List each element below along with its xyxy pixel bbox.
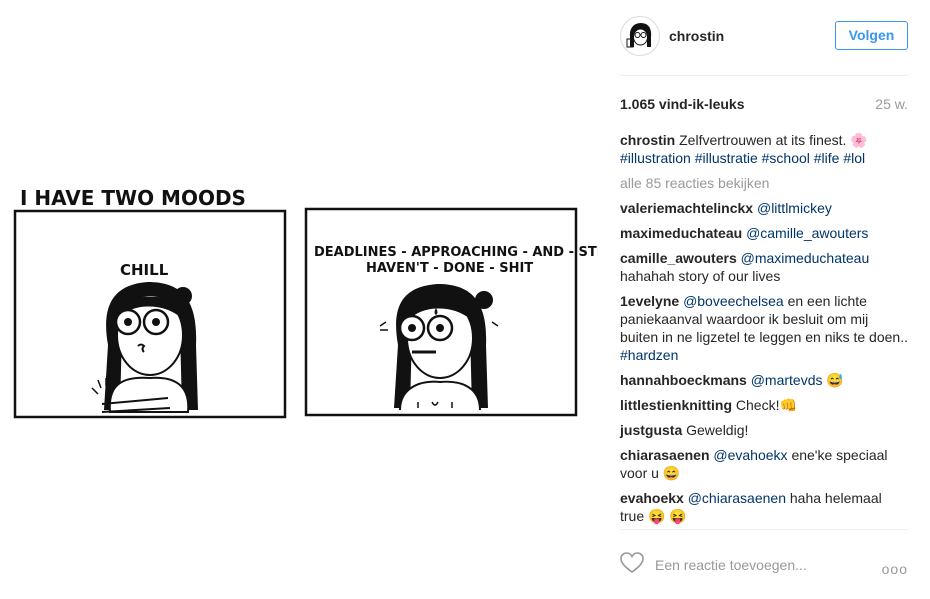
more-options-icon[interactable]: ooo xyxy=(882,561,908,577)
comment-item: evahoekx @chiarasaenen haha helemaal tru… xyxy=(620,489,908,525)
comment-mention[interactable]: @evahoekx xyxy=(713,447,787,463)
comment-username[interactable]: 1evelyne xyxy=(620,293,679,309)
comment-mention[interactable]: @boveechelsea xyxy=(683,293,784,309)
comment-mention[interactable]: @littlmickey xyxy=(757,200,832,216)
post-image[interactable]: I HAVE TWO MOODS CHILL DEADLINES - APPRO… xyxy=(0,0,598,598)
comment-item: hannahboeckmans @martevds 😅 xyxy=(620,371,908,389)
comment-username[interactable]: justgusta xyxy=(620,422,682,438)
view-all-comments-link[interactable]: alle 85 reacties bekijken xyxy=(620,174,908,192)
add-comment-input[interactable]: Een reactie toevoegen... xyxy=(655,557,807,573)
comment-username[interactable]: hannahboeckmans xyxy=(620,372,747,388)
comment-item: justgusta Geweldig! xyxy=(620,421,908,439)
likes-row: 1.065 vind-ik-leuks 25 w. xyxy=(620,96,908,116)
avatar-illustration-icon xyxy=(622,18,658,54)
actions-bar: Een reactie toevoegen... ooo xyxy=(620,529,908,599)
comment-item: valeriemachtelinckx @littlmickey xyxy=(620,199,908,217)
follow-button[interactable]: Volgen xyxy=(835,21,908,50)
comment-text: 😅 xyxy=(826,372,844,388)
comment-text: Check!👊 xyxy=(735,397,797,413)
panel2-line1: DEADLINES - APPROACHING - AND - STILL xyxy=(314,245,598,260)
likes-count[interactable]: 1.065 vind-ik-leuks xyxy=(620,96,745,112)
comment-username[interactable]: camille_awouters xyxy=(620,250,737,266)
comment-hashtag[interactable]: #hardzen xyxy=(620,347,678,363)
caption-username[interactable]: chrostin xyxy=(620,132,675,148)
comment-username[interactable]: littlestienknitting xyxy=(620,397,732,413)
comment-mention[interactable]: @chiarasaenen xyxy=(688,490,786,506)
girl-stressed-drawing xyxy=(379,284,499,411)
comic-heading: I HAVE TWO MOODS xyxy=(20,186,246,210)
heart-outline-icon[interactable] xyxy=(620,552,644,574)
avatar[interactable] xyxy=(620,16,660,56)
post-header: chrostin Volgen xyxy=(620,0,908,76)
username-link[interactable]: chrostin xyxy=(669,28,724,44)
panel2-line2: HAVEN'T - DONE - SHIT xyxy=(366,261,533,276)
panel1-label: CHILL xyxy=(120,261,169,279)
caption: chrostin Zelfvertrouwen at its finest. 🌸… xyxy=(620,131,908,167)
comment-item: maximeduchateau @camille_awouters xyxy=(620,224,908,242)
caption-text: Zelfvertrouwen at its finest. 🌸 xyxy=(679,132,868,148)
caption-hashtags[interactable]: #illustration #illustratie #school #life… xyxy=(620,150,865,166)
comment-item: 1evelyne @boveechelsea en een lichte pan… xyxy=(620,292,908,364)
post-sidebar: chrostin Volgen 1.065 vind-ik-leuks 25 w… xyxy=(598,0,930,598)
comment-item: littlestienknitting Check!👊 xyxy=(620,396,908,414)
comment-text: hahahah story of our lives xyxy=(620,268,781,284)
comments-list: chrostin Zelfvertrouwen at its finest. 🌸… xyxy=(620,131,908,532)
comment-username[interactable]: chiarasaenen xyxy=(620,447,710,463)
girl-chill-drawing xyxy=(91,282,198,413)
comment-text: Geweldig! xyxy=(686,422,749,438)
comment-username[interactable]: maximeduchateau xyxy=(620,225,742,241)
comment-mention[interactable]: @maximeduchateau xyxy=(741,250,870,266)
comment-item: camille_awouters @maximeduchateau hahaha… xyxy=(620,249,908,285)
comment-item: chiarasaenen @evahoekx ene'ke speciaal v… xyxy=(620,446,908,482)
comment-username[interactable]: evahoekx xyxy=(620,490,684,506)
comment-mention[interactable]: @martevds xyxy=(751,372,823,388)
post-age[interactable]: 25 w. xyxy=(875,96,908,112)
comment-mention[interactable]: @camille_awouters xyxy=(746,225,868,241)
comment-username[interactable]: valeriemachtelinckx xyxy=(620,200,753,216)
